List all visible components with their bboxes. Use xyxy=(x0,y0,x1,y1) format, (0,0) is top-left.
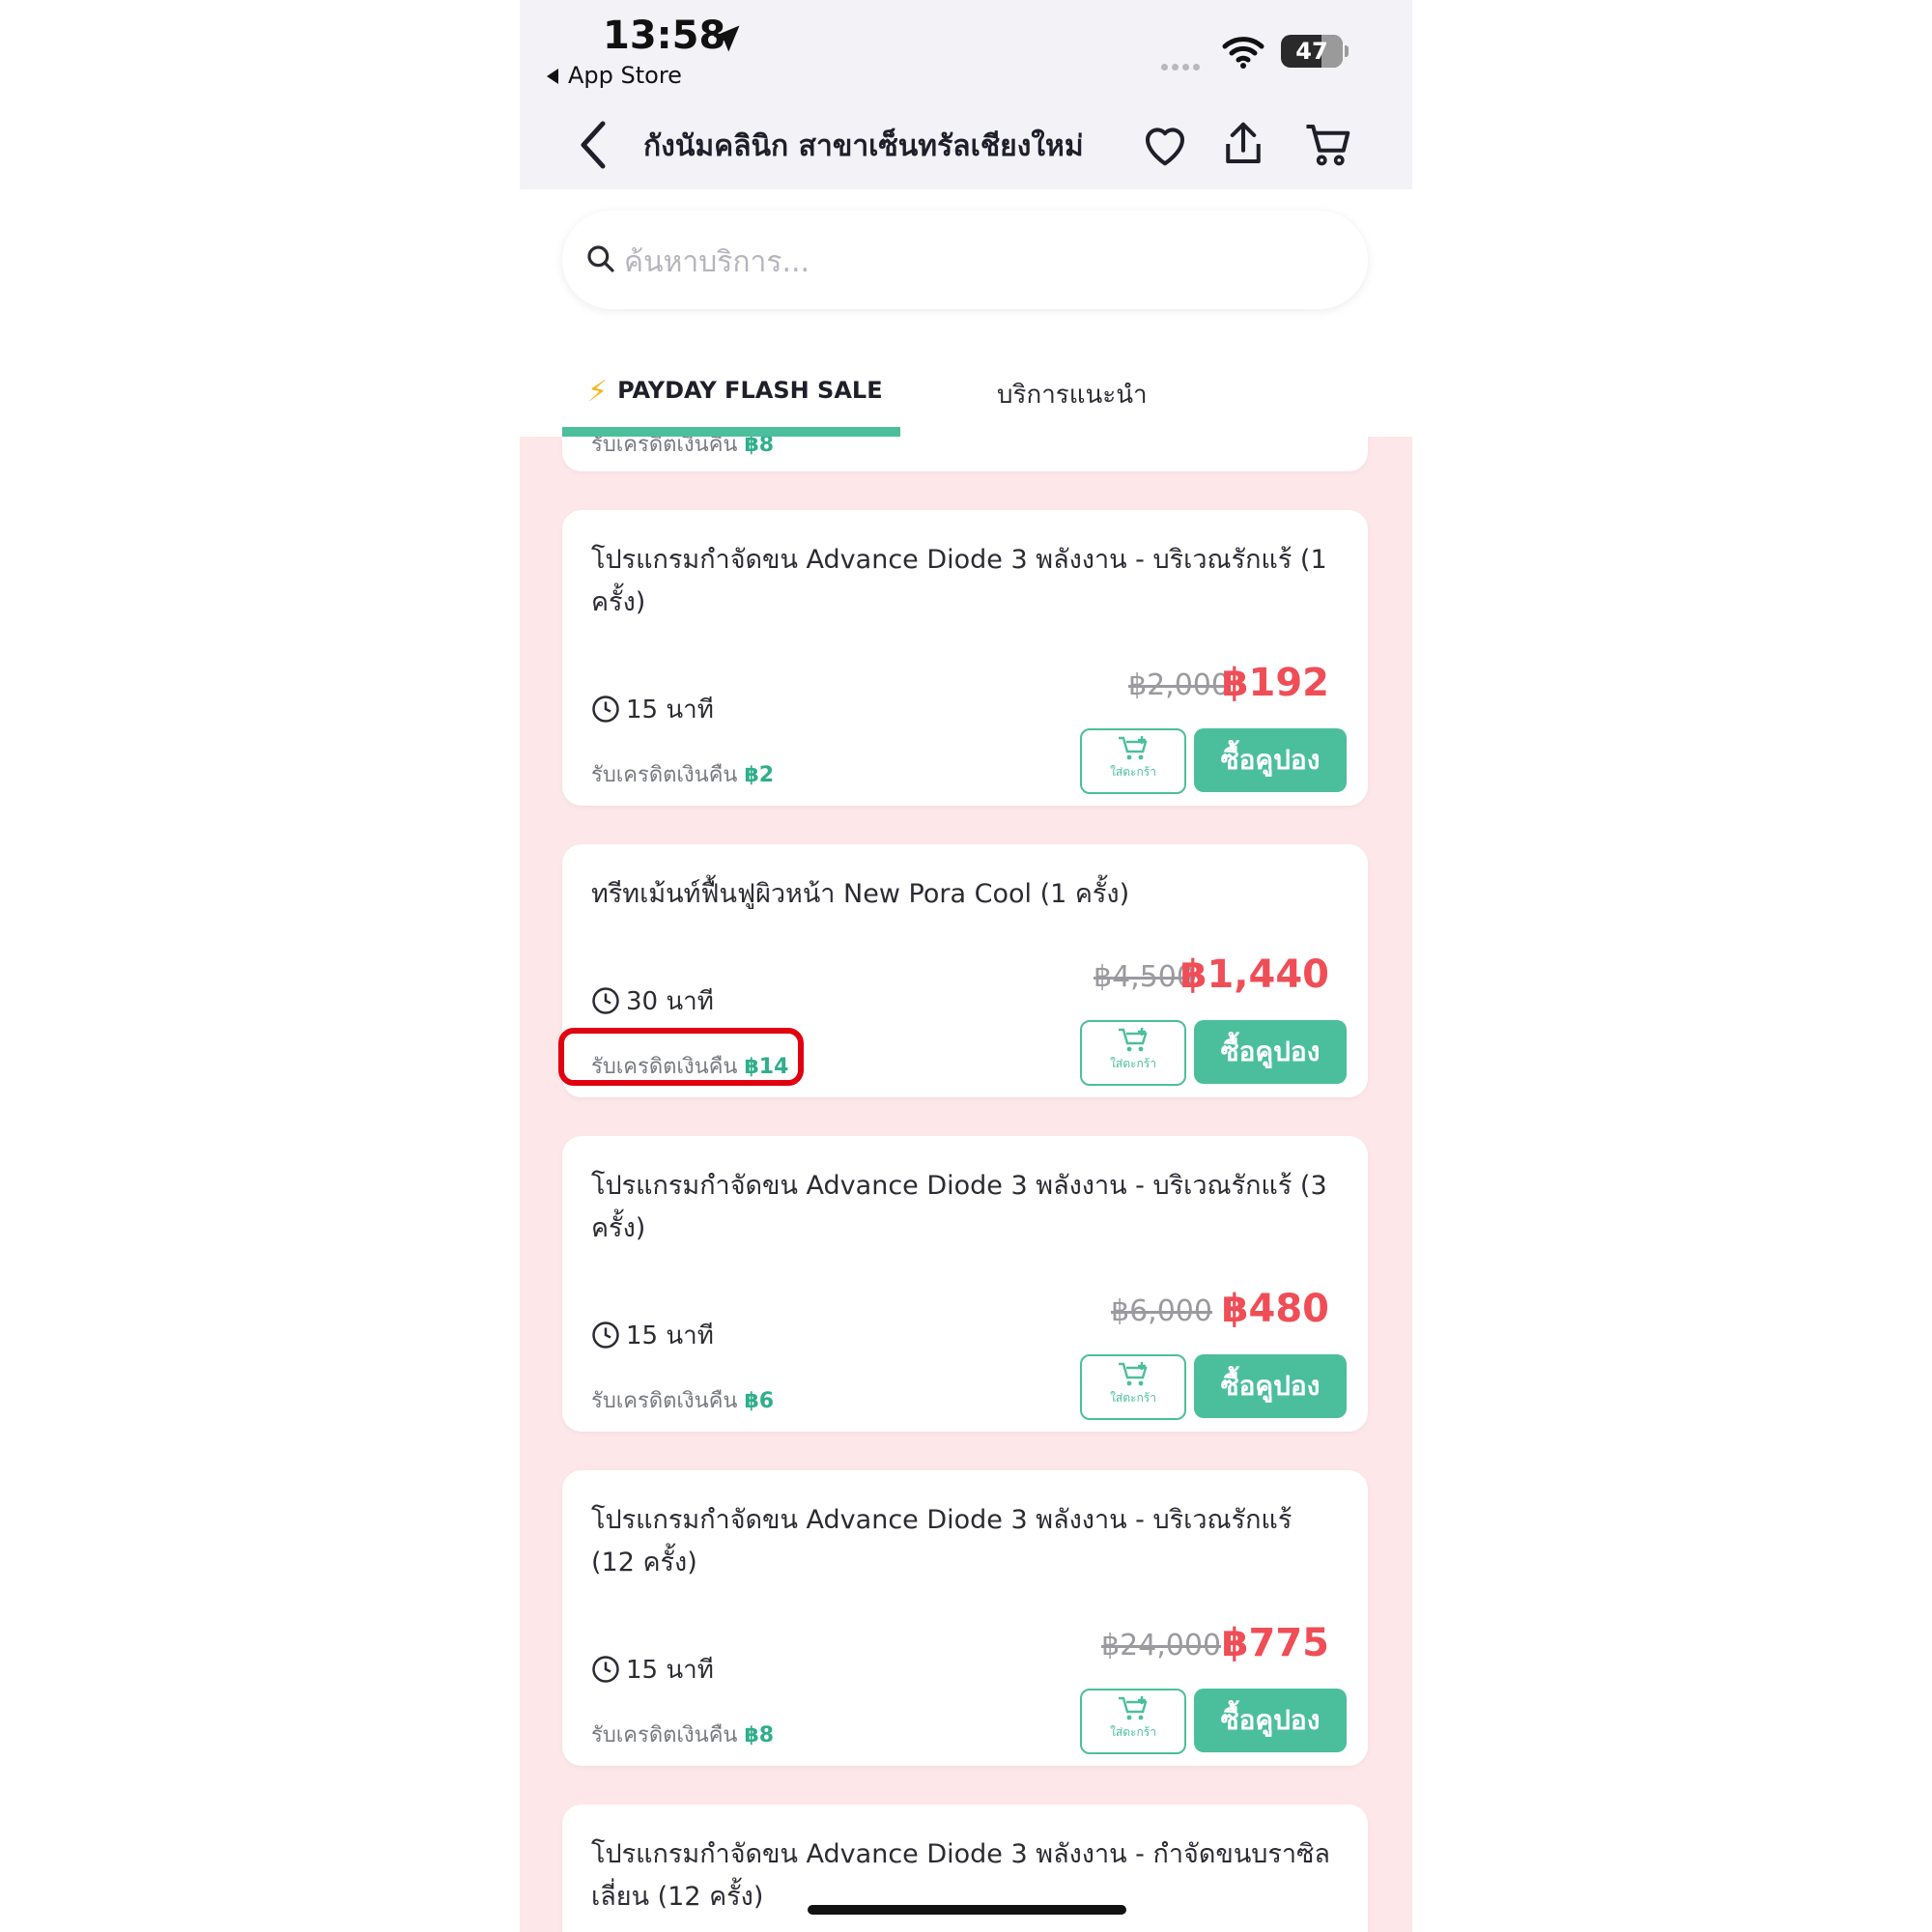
duration: 15 นาที xyxy=(591,1316,714,1355)
highlight-box xyxy=(558,1028,804,1086)
original-price: ฿6,000 xyxy=(1111,1294,1212,1328)
cart-icon[interactable] xyxy=(1302,118,1354,170)
top-bar: 13:58 App Store 47 กังนัมคลินิก สาขาเซ็น… xyxy=(520,0,1412,189)
buy-coupon-button[interactable]: ซื้อคูปอง xyxy=(1194,1020,1347,1084)
cashback-credit: รับเครดิตเงินคืน ฿2 xyxy=(591,763,775,787)
sale-price: ฿775 xyxy=(1221,1621,1329,1665)
product-card[interactable]: โปรแกรมกำจัดขน Advance Diode 3 พลังงาน -… xyxy=(562,510,1368,806)
clock-icon xyxy=(592,1656,619,1683)
sale-price: ฿192 xyxy=(1221,661,1329,705)
product-card[interactable]: โปรแกรมกำจัดขน Advance Diode 3 พลังงาน -… xyxy=(562,1136,1368,1432)
add-to-cart-label: ใส่ตะกร้า xyxy=(1110,765,1156,779)
original-price: ฿24,000 xyxy=(1101,1629,1222,1662)
add-to-cart-button[interactable]: ใส่ตะกร้า xyxy=(1080,1354,1186,1420)
share-icon[interactable] xyxy=(1217,118,1269,170)
search-placeholder: ค้นหาบริการ... xyxy=(624,245,810,279)
buy-coupon-button[interactable]: ซื้อคูปอง xyxy=(1194,728,1347,792)
duration: 30 นาที xyxy=(591,981,714,1021)
location-arrow-icon xyxy=(713,25,740,52)
product-title[interactable]: ทรีทเม้นท์ฟื้นฟูผิวหน้า New Pora Cool (1… xyxy=(591,873,1335,916)
add-to-cart-button[interactable]: ใส่ตะกร้า xyxy=(1080,1689,1186,1754)
lightning-icon: ⚡ xyxy=(587,375,609,409)
product-card[interactable]: โปรแกรมกำจัดขน Advance Diode 3 พลังงาน -… xyxy=(562,1470,1368,1766)
sale-price: ฿480 xyxy=(1221,1287,1329,1331)
cart-plus-icon xyxy=(1119,736,1148,760)
phone-screen: รับเครดิตเงินคืน ฿8 โปรแกรมกำจัดขน Advan… xyxy=(520,0,1412,1932)
back-to-app-store[interactable]: App Store xyxy=(547,62,682,89)
add-to-cart-label: ใส่ตะกร้า xyxy=(1110,1725,1156,1739)
search-tabs-section: ค้นหาบริการ... ⚡ PAYDAY FLASH SALE บริการ… xyxy=(520,189,1412,437)
cashback-credit: รับเครดิตเงินคืน ฿6 xyxy=(591,1389,775,1413)
duration: 15 นาที xyxy=(591,1650,714,1690)
add-to-cart-button[interactable]: ใส่ตะกร้า xyxy=(1080,728,1186,794)
product-title[interactable]: โปรแกรมกำจัดขน Advance Diode 3 พลังงาน -… xyxy=(591,539,1335,624)
back-chevron-icon[interactable] xyxy=(574,116,612,174)
add-to-cart-label: ใส่ตะกร้า xyxy=(1110,1391,1156,1405)
back-triangle-icon xyxy=(547,69,558,84)
search-icon xyxy=(587,245,614,272)
cashback-credit: รับเครดิตเงินคืน ฿8 xyxy=(591,1723,775,1747)
search-input[interactable]: ค้นหาบริการ... xyxy=(562,211,1368,309)
page-title: กังนัมคลินิก สาขาเซ็นทรัลเชียงใหม่ xyxy=(643,129,1084,163)
sale-price: ฿1,440 xyxy=(1179,952,1329,997)
buy-coupon-button[interactable]: ซื้อคูปอง xyxy=(1194,1689,1347,1752)
product-title[interactable]: โปรแกรมกำจัดขน Advance Diode 3 พลังงาน -… xyxy=(591,1165,1335,1250)
add-to-cart-button[interactable]: ใส่ตะกร้า xyxy=(1080,1020,1186,1086)
heart-icon[interactable] xyxy=(1139,118,1191,170)
tab-recommended-services[interactable]: บริการแนะนำ xyxy=(997,375,1148,414)
clock-icon xyxy=(592,1321,619,1349)
clock-icon xyxy=(592,987,619,1014)
tab-payday-flash-sale[interactable]: ⚡ PAYDAY FLASH SALE xyxy=(587,375,883,409)
buy-coupon-button[interactable]: ซื้อคูปอง xyxy=(1194,1354,1347,1418)
product-title[interactable]: โปรแกรมกำจัดขน Advance Diode 3 พลังงาน -… xyxy=(591,1499,1335,1584)
active-tab-indicator xyxy=(562,427,900,437)
wifi-icon xyxy=(1222,37,1264,69)
clock-icon xyxy=(592,696,619,723)
cart-plus-icon xyxy=(1119,1696,1148,1720)
cellular-signal-icon xyxy=(1161,56,1204,74)
battery-tip xyxy=(1345,45,1349,57)
cart-plus-icon xyxy=(1119,1362,1148,1386)
original-price: ฿2,000 xyxy=(1128,668,1230,702)
add-to-cart-label: ใส่ตะกร้า xyxy=(1110,1057,1156,1070)
home-indicator xyxy=(808,1905,1126,1915)
battery-indicator: 47 xyxy=(1281,35,1343,68)
status-time: 13:58 xyxy=(603,14,726,58)
cart-plus-icon xyxy=(1119,1028,1148,1052)
duration: 15 นาที xyxy=(591,690,714,729)
